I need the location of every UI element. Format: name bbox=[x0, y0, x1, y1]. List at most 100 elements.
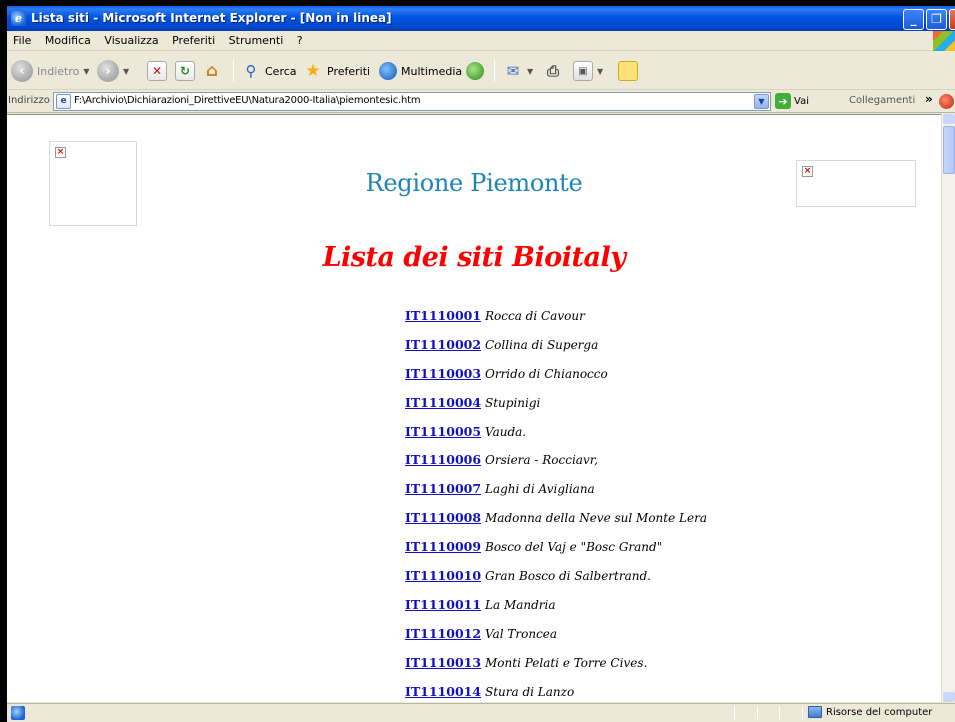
stop-button[interactable]: ✕ bbox=[147, 58, 167, 84]
site-name: Val Troncea bbox=[485, 626, 558, 641]
list-title: Lista dei siti Bioitaly bbox=[322, 242, 626, 273]
list-item: IT1110009 Bosco del Vaj e "Bosc Grand" bbox=[405, 539, 905, 568]
forward-button[interactable]: › ▼ bbox=[97, 58, 129, 84]
ie-window: e Lista siti - Microsoft Internet Explor… bbox=[7, 6, 955, 722]
toolbar-extra-icon[interactable] bbox=[939, 94, 954, 109]
history-icon bbox=[466, 62, 484, 80]
go-arrow-icon: ➔ bbox=[775, 93, 791, 109]
broken-image-icon: × bbox=[55, 147, 66, 158]
forward-dropdown-icon: ▼ bbox=[123, 66, 130, 76]
list-item: IT1110007 Laghi di Avigliana bbox=[405, 481, 905, 510]
star-icon: ★ bbox=[305, 61, 321, 81]
status-separator bbox=[802, 706, 803, 721]
list-item: IT1110006 Orsiera - Rocciavr, bbox=[405, 452, 905, 481]
scroll-up-icon[interactable] bbox=[943, 114, 955, 124]
mail-button[interactable]: ✉ ▼ bbox=[503, 58, 533, 84]
multimedia-label: Multimedia bbox=[401, 64, 463, 78]
site-code-link[interactable]: IT1110003 bbox=[405, 366, 485, 381]
links-chevron-icon[interactable]: » bbox=[925, 92, 933, 106]
page-content: × × Regione Piemonte Lista dei siti Bioi… bbox=[7, 114, 941, 702]
site-name: Laghi di Avigliana bbox=[485, 482, 595, 497]
edit-button[interactable]: ▣ ▼ bbox=[573, 58, 603, 84]
menu-help[interactable]: ? bbox=[292, 31, 308, 51]
status-separator bbox=[757, 706, 758, 721]
search-button[interactable]: ⚲ Cerca bbox=[241, 58, 297, 84]
menu-modifica[interactable]: Modifica bbox=[40, 31, 96, 51]
vertical-scrollbar[interactable] bbox=[941, 114, 955, 702]
security-zone: Risorse del computer bbox=[808, 706, 932, 718]
menu-visualizza[interactable]: Visualizza bbox=[99, 31, 163, 51]
go-button[interactable]: ➔ Vai bbox=[775, 93, 809, 109]
links-label[interactable]: Collegamenti bbox=[849, 95, 915, 106]
address-url[interactable]: F:\Archivio\Dichiarazioni_DirettiveEU\Na… bbox=[74, 95, 421, 106]
site-code-link[interactable]: IT1110012 bbox=[405, 626, 485, 641]
scroll-thumb[interactable] bbox=[943, 126, 955, 174]
list-item: IT1110013 Monti Pelati e Torre Cives. bbox=[405, 655, 905, 684]
address-dropdown-icon[interactable]: ▼ bbox=[754, 94, 769, 109]
address-input[interactable]: e F:\Archivio\Dichiarazioni_DirettiveEU\… bbox=[53, 92, 771, 111]
site-code-link[interactable]: IT1110008 bbox=[405, 510, 485, 525]
title-bar[interactable]: e Lista siti - Microsoft Internet Explor… bbox=[7, 6, 955, 31]
site-name: Bosco del Vaj e "Bosc Grand" bbox=[485, 540, 663, 555]
site-code-link[interactable]: IT1110001 bbox=[405, 308, 485, 323]
site-code-link[interactable]: IT1110014 bbox=[405, 684, 485, 699]
go-label: Vai bbox=[794, 95, 809, 107]
minimize-button[interactable]: _ bbox=[903, 9, 924, 30]
site-name: Vauda. bbox=[485, 424, 527, 439]
list-item: IT1110012 Val Troncea bbox=[405, 626, 905, 655]
multimedia-icon bbox=[379, 62, 397, 80]
site-code-link[interactable]: IT1110007 bbox=[405, 481, 485, 496]
print-button[interactable]: ⎙ bbox=[543, 58, 563, 84]
site-name: Madonna della Neve sul Monte Lera bbox=[485, 511, 707, 526]
site-code-link[interactable]: IT1110010 bbox=[405, 568, 485, 583]
site-code-link[interactable]: IT1110009 bbox=[405, 539, 485, 554]
refresh-button[interactable]: ↻ bbox=[175, 58, 195, 84]
search-icon: ⚲ bbox=[245, 62, 257, 80]
list-item: IT1110003 Orrido di Chianocco bbox=[405, 366, 905, 395]
address-label: Indirizzo bbox=[8, 95, 50, 106]
site-name: Orsiera - Rocciavr, bbox=[485, 453, 598, 468]
site-code-link[interactable]: IT1110004 bbox=[405, 395, 485, 410]
site-code-link[interactable]: IT1110005 bbox=[405, 424, 485, 439]
back-arrow-icon: ‹ bbox=[11, 60, 33, 82]
messenger-button[interactable] bbox=[618, 58, 638, 84]
window-title: Lista siti - Microsoft Internet Explorer… bbox=[31, 11, 392, 25]
site-name: Collina di Superga bbox=[485, 337, 599, 352]
site-name: Monti Pelati e Torre Cives. bbox=[485, 655, 648, 670]
back-label: Indietro bbox=[37, 64, 80, 78]
ie-logo-icon: e bbox=[11, 11, 26, 26]
site-code-link[interactable]: IT1110013 bbox=[405, 655, 485, 670]
address-bar: Indirizzo e F:\Archivio\Dichiarazioni_Di… bbox=[7, 91, 955, 113]
forward-arrow-icon: › bbox=[97, 60, 119, 82]
status-separator bbox=[734, 706, 735, 721]
site-code-link[interactable]: IT1110011 bbox=[405, 597, 485, 612]
site-code-link[interactable]: IT1110006 bbox=[405, 452, 485, 467]
menu-preferiti[interactable]: Preferiti bbox=[167, 31, 220, 51]
site-name: Rocca di Cavour bbox=[485, 309, 585, 323]
site-name: Gran Bosco di Salbertrand. bbox=[485, 569, 651, 584]
site-code-link[interactable]: IT1110002 bbox=[405, 337, 485, 352]
favorites-button[interactable]: ★ Preferiti bbox=[303, 58, 370, 84]
history-button[interactable] bbox=[466, 58, 484, 84]
multimedia-button[interactable]: Multimedia bbox=[379, 58, 462, 84]
scroll-down-icon[interactable] bbox=[943, 692, 955, 702]
close-button[interactable]: ✕ bbox=[949, 9, 955, 30]
site-name: Orrido di Chianocco bbox=[485, 366, 608, 381]
edit-icon: ▣ bbox=[573, 61, 593, 81]
list-item: IT1110010 Gran Bosco di Salbertrand. bbox=[405, 568, 905, 597]
maximize-button[interactable]: ❐ bbox=[926, 9, 947, 30]
menu-file[interactable]: File bbox=[8, 31, 36, 51]
home-button[interactable]: ⌂ bbox=[202, 58, 222, 84]
mail-dropdown-icon: ▼ bbox=[527, 66, 534, 76]
back-dropdown-icon: ▼ bbox=[83, 66, 90, 76]
menu-strumenti[interactable]: Strumenti bbox=[224, 31, 289, 51]
list-item: IT1110001 Rocca di Cavour bbox=[405, 308, 905, 337]
toolbar-separator bbox=[233, 60, 234, 82]
print-icon: ⎙ bbox=[546, 62, 559, 80]
list-item: IT1110005 Vauda. bbox=[405, 424, 905, 453]
computer-icon bbox=[808, 706, 822, 718]
back-button[interactable]: ‹ Indietro ▼ bbox=[11, 58, 90, 84]
list-item: IT1110014 Stura di Lanzo bbox=[405, 684, 905, 702]
site-name: Stura di Lanzo bbox=[485, 684, 575, 699]
edit-dropdown-icon: ▼ bbox=[597, 66, 604, 76]
